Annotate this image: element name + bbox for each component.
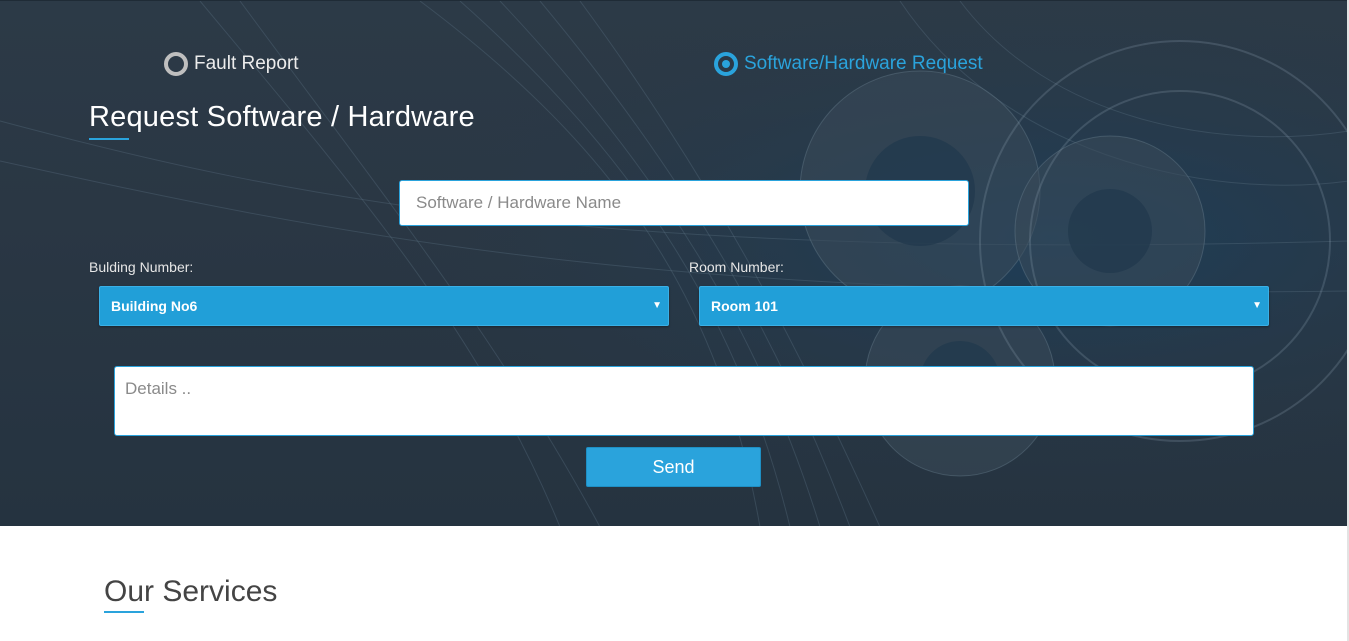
room-number-value: Room 101 xyxy=(711,298,778,314)
services-title-underline xyxy=(104,611,144,613)
caret-down-icon: ▼ xyxy=(652,300,662,311)
radio-software-hardware-label: Software/Hardware Request xyxy=(744,53,983,74)
radio-selected-icon[interactable] xyxy=(714,52,738,76)
building-number-select[interactable]: Building No6 ▼ xyxy=(99,286,669,326)
radio-fault-report-label: Fault Report xyxy=(194,53,299,74)
building-number-label: Bulding Number: xyxy=(89,259,194,275)
radio-software-hardware-request[interactable]: Software/Hardware Request xyxy=(714,52,983,76)
caret-down-icon: ▼ xyxy=(1252,300,1262,311)
software-hardware-name-input[interactable] xyxy=(399,180,969,226)
radio-unselected-icon[interactable] xyxy=(164,52,188,76)
room-number-label: Room Number: xyxy=(689,259,784,275)
room-number-select[interactable]: Room 101 ▼ xyxy=(699,286,1269,326)
hero-section: Fault Report Software/Hardware Request R… xyxy=(0,0,1349,526)
building-number-value: Building No6 xyxy=(111,298,198,314)
form-title: Request Software / Hardware xyxy=(89,101,475,133)
title-underline xyxy=(89,138,129,140)
services-title: Our Services xyxy=(104,575,278,608)
send-button[interactable]: Send xyxy=(586,447,761,487)
radio-fault-report[interactable]: Fault Report xyxy=(164,52,299,76)
details-textarea[interactable] xyxy=(114,366,1254,436)
